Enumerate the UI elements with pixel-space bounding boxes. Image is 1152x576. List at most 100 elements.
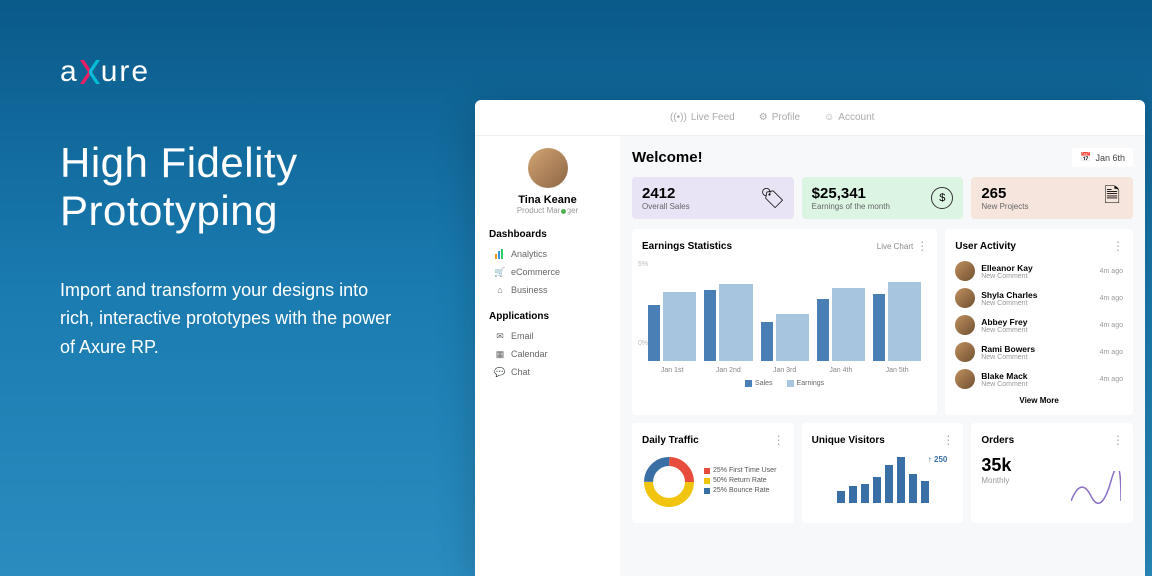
page-title: Welcome! xyxy=(632,149,703,166)
user-name: Tina Keane xyxy=(485,194,610,206)
nav-live-feed[interactable]: ((•))Live Feed xyxy=(670,112,735,123)
sidebar-item-label: Calendar xyxy=(511,349,548,359)
x-label: Jan 5th xyxy=(873,367,921,374)
sidebar-item-label: Chat xyxy=(511,367,530,377)
avatar xyxy=(955,315,975,335)
activity-time: 4m ago xyxy=(1100,322,1123,329)
chat-icon: 💬 xyxy=(495,367,505,377)
avatar[interactable] xyxy=(528,148,568,188)
stat-value: 265 xyxy=(981,185,1028,202)
bar xyxy=(776,314,809,361)
date-value: Jan 6th xyxy=(1095,153,1125,163)
activity-name: Elleanor Kay xyxy=(981,263,1093,273)
avatar xyxy=(955,288,975,308)
main-content: Welcome! 📅 Jan 6th 2412Overall Sales 🏷 $2… xyxy=(620,136,1145,576)
card-title: Orders xyxy=(981,435,1014,446)
activity-name: Shyla Charles xyxy=(981,290,1093,300)
calendar-icon: 📅 xyxy=(1080,152,1091,163)
y-tick: 5% xyxy=(638,261,648,268)
card-title: Daily Traffic xyxy=(642,435,699,446)
bar xyxy=(817,299,829,361)
legend-label: Earnings xyxy=(797,380,825,387)
sidebar-item-calendar[interactable]: ▦ Calendar xyxy=(485,345,610,363)
traffic-card: Daily Traffic⋮ 25% First Time User50% Re… xyxy=(632,423,794,523)
sidebar-item-email[interactable]: ✉Email xyxy=(485,327,610,345)
stat-projects[interactable]: 265New Projects 🗎 xyxy=(971,177,1133,219)
activity-item[interactable]: Rami BowersNew Comment4m ago xyxy=(955,342,1123,362)
orders-card: Orders⋮ 35k Monthly xyxy=(971,423,1133,523)
activity-item[interactable]: Blake MackNew Comment4m ago xyxy=(955,369,1123,389)
activity-sub: New Comment xyxy=(981,354,1093,361)
stat-label: Earnings of the month xyxy=(812,202,890,211)
user-block: Tina Keane Product Manager xyxy=(485,148,610,215)
sidebar-item-chat[interactable]: 💬 Chat xyxy=(485,363,610,381)
kebab-icon[interactable]: ⋮ xyxy=(942,433,953,447)
activity-card: User Activity ⋮ Elleanor KayNew Comment4… xyxy=(945,229,1133,415)
sidebar-item-analytics[interactable]: Analytics xyxy=(485,245,610,263)
kebab-icon[interactable]: ⋮ xyxy=(1112,239,1123,253)
sidebar-item-business[interactable]: ⌂Business xyxy=(485,281,610,299)
uv-delta: ↑ 250 xyxy=(928,455,948,464)
sidebar: Tina Keane Product Manager Dashboards An… xyxy=(475,136,620,393)
avatar xyxy=(955,261,975,281)
live-chart-toggle[interactable]: Live Chart⋮ xyxy=(877,239,927,253)
uv-bar xyxy=(837,491,845,503)
dollar-icon: $ xyxy=(931,187,953,209)
bar xyxy=(663,292,696,361)
earnings-card: Earnings Statistics Live Chart⋮ 5%0% Jan… xyxy=(632,229,937,415)
activity-sub: New Comment xyxy=(981,300,1093,307)
uv-bar xyxy=(861,484,869,503)
bar-chart: 5%0% xyxy=(642,261,927,361)
sparkline xyxy=(1071,471,1121,511)
calendar-icon: ▦ xyxy=(495,349,505,359)
stat-earnings[interactable]: $25,341Earnings of the month $ xyxy=(802,177,964,219)
x-label: Jan 2nd xyxy=(704,367,752,374)
stat-value: $25,341 xyxy=(812,185,890,202)
legend-sales: Sales xyxy=(745,380,773,387)
activity-item[interactable]: Abbey FreyNew Comment 4m ago xyxy=(955,315,1123,335)
cart-icon: 🛒 xyxy=(495,267,505,277)
gear-icon: ⚙ xyxy=(759,112,768,123)
stat-overall-sales[interactable]: 2412Overall Sales 🏷 xyxy=(632,177,794,219)
sidebar-item-ecommerce[interactable]: 🛒eCommerce xyxy=(485,263,610,281)
nav-profile[interactable]: ⚙Profile xyxy=(759,112,800,123)
bar xyxy=(704,290,716,361)
nav-head-dashboards: Dashboards xyxy=(489,229,610,240)
sidebar-item-label: Analytics xyxy=(511,249,547,259)
bar-chart-icon xyxy=(495,249,505,259)
uv-bar xyxy=(885,465,893,503)
view-more-button[interactable]: View More xyxy=(955,396,1123,405)
stat-value: 2412 xyxy=(642,185,690,202)
activity-sub: New Comment xyxy=(981,327,1093,334)
card-title: User Activity xyxy=(955,241,1016,252)
activity-name: Abbey Frey xyxy=(981,317,1093,327)
stat-label: New Projects xyxy=(981,202,1028,211)
user-icon: ☺ xyxy=(824,112,834,123)
activity-item[interactable]: Shyla CharlesNew Comment4m ago xyxy=(955,288,1123,308)
avatar xyxy=(955,369,975,389)
bar xyxy=(761,322,773,361)
card-title: Earnings Statistics xyxy=(642,241,732,252)
bar xyxy=(888,282,921,361)
nav-account[interactable]: ☺Account xyxy=(824,112,874,123)
kebab-icon[interactable]: ⋮ xyxy=(1112,433,1123,447)
brand-post: ure xyxy=(101,55,150,89)
activity-item[interactable]: Elleanor KayNew Comment4m ago xyxy=(955,261,1123,281)
donut-chart xyxy=(642,455,696,509)
date-picker[interactable]: 📅 Jan 6th xyxy=(1072,148,1133,167)
legend-earnings: Earnings xyxy=(787,380,825,387)
x-label: Jan 4th xyxy=(817,367,865,374)
kebab-icon: ⋮ xyxy=(916,239,927,253)
hero-headline: High Fidelity Prototyping xyxy=(60,139,440,236)
uv-bar xyxy=(921,481,929,503)
bar xyxy=(873,294,885,361)
dashboard-window: ((•))Live Feed ⚙Profile ☺Account Tina Ke… xyxy=(475,100,1145,576)
x-label: Jan 3rd xyxy=(761,367,809,374)
top-nav: ((•))Live Feed ⚙Profile ☺Account xyxy=(475,100,1145,136)
sidebar-item-label: Email xyxy=(511,331,534,341)
uv-bar xyxy=(909,474,917,503)
bar xyxy=(648,305,660,361)
donut-legend-item: 25% First Time User xyxy=(704,467,776,474)
activity-sub: New Comment xyxy=(981,273,1093,280)
kebab-icon[interactable]: ⋮ xyxy=(773,433,784,447)
